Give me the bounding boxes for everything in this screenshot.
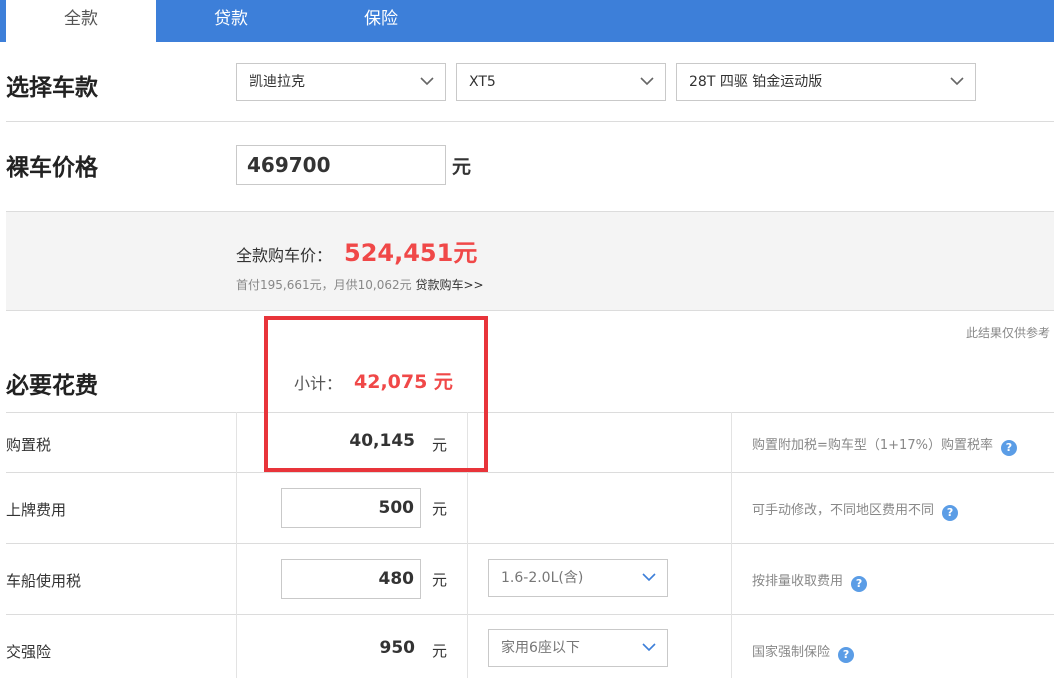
compulsory-insurance-label: 交强险 — [6, 643, 52, 661]
vehicle-tax-desc-text: 按排量收取费用 — [752, 574, 844, 589]
column-divider — [236, 412, 237, 678]
vehicle-tax-input[interactable]: 480 — [281, 559, 421, 599]
trim-select-value: 28T 四驱 铂金运动版 — [689, 74, 823, 90]
seat-count-select-value: 家用6座以下 — [501, 640, 580, 656]
select-car-title: 选择车款 — [6, 75, 98, 101]
purchase-tax-label: 购置税 — [6, 436, 52, 454]
table-divider — [6, 472, 1054, 473]
vehicle-tax-label: 车船使用税 — [6, 572, 82, 590]
highlight-box — [264, 316, 488, 472]
chevron-down-icon — [950, 77, 964, 86]
purchase-tax-desc-text: 购置附加税=购车型（1+17%）购置税率 — [752, 438, 993, 453]
help-icon[interactable]: ? — [942, 505, 959, 521]
tab-loan[interactable]: 贷款 — [156, 0, 306, 42]
brand-select-value: 凯迪拉克 — [249, 74, 305, 90]
table-divider — [6, 614, 1054, 615]
bare-price-input[interactable]: 469700 — [236, 145, 446, 185]
total-price-label: 全款购车价： — [236, 246, 333, 265]
help-icon[interactable]: ? — [1000, 440, 1017, 456]
seat-count-select[interactable]: 家用6座以下 — [488, 629, 668, 667]
trim-select[interactable]: 28T 四驱 铂金运动版 — [676, 63, 976, 101]
loan-purchase-link[interactable]: 贷款购车>> — [415, 278, 483, 292]
displacement-select[interactable]: 1.6-2.0L(含) — [488, 559, 668, 597]
bare-price-title: 裸车价格 — [6, 155, 98, 181]
help-icon[interactable]: ? — [851, 576, 868, 592]
registration-fee-desc-text: 可手动修改，不同地区费用不同 — [752, 503, 935, 518]
registration-fee-desc: 可手动修改，不同地区费用不同? — [752, 499, 959, 521]
down-payment-text: 首付195,661元，月供10,062元 — [236, 278, 416, 292]
tab-insurance[interactable]: 保险 — [306, 0, 456, 42]
vehicle-tax-desc: 按排量收取费用? — [752, 570, 868, 592]
compulsory-insurance-value: 950 — [379, 638, 416, 658]
table-divider — [6, 543, 1054, 544]
compulsory-insurance-desc: 国家强制保险? — [752, 641, 855, 663]
compulsory-insurance-unit: 元 — [432, 642, 448, 660]
chevron-down-icon — [420, 77, 434, 86]
column-divider — [731, 412, 732, 678]
model-select-value: XT5 — [469, 74, 496, 90]
bare-price-unit: 元 — [452, 156, 472, 178]
displacement-select-value: 1.6-2.0L(含) — [501, 570, 584, 586]
purchase-tax-desc: 购置附加税=购车型（1+17%）购置税率? — [752, 434, 1017, 456]
tab-bar: 全款 贷款 保险 — [0, 0, 1054, 42]
required-expenses-title: 必要花费 — [6, 373, 98, 399]
brand-select[interactable]: 凯迪拉克 — [236, 63, 446, 101]
vehicle-tax-unit: 元 — [432, 571, 448, 589]
chevron-down-icon — [642, 573, 656, 582]
help-icon[interactable]: ? — [838, 647, 855, 663]
model-select[interactable]: XT5 — [456, 63, 666, 101]
divider — [6, 121, 1054, 122]
payment-breakdown: 首付195,661元，月供10,062元 贷款购车>> — [236, 276, 484, 293]
total-summary: 全款购车价： 524,451元 首付195,661元，月供10,062元 贷款购… — [6, 211, 1054, 311]
chevron-down-icon — [642, 643, 656, 652]
tab-full-payment[interactable]: 全款 — [6, 0, 156, 42]
registration-fee-input[interactable]: 500 — [281, 488, 421, 528]
compulsory-insurance-desc-text: 国家强制保险 — [752, 645, 831, 660]
registration-fee-label: 上牌费用 — [6, 501, 67, 519]
reference-note: 此结果仅供参考 — [965, 326, 1050, 340]
total-price-value: 524,451元 — [344, 239, 478, 267]
chevron-down-icon — [640, 77, 654, 86]
registration-fee-unit: 元 — [432, 500, 448, 518]
table-divider — [6, 412, 1054, 413]
